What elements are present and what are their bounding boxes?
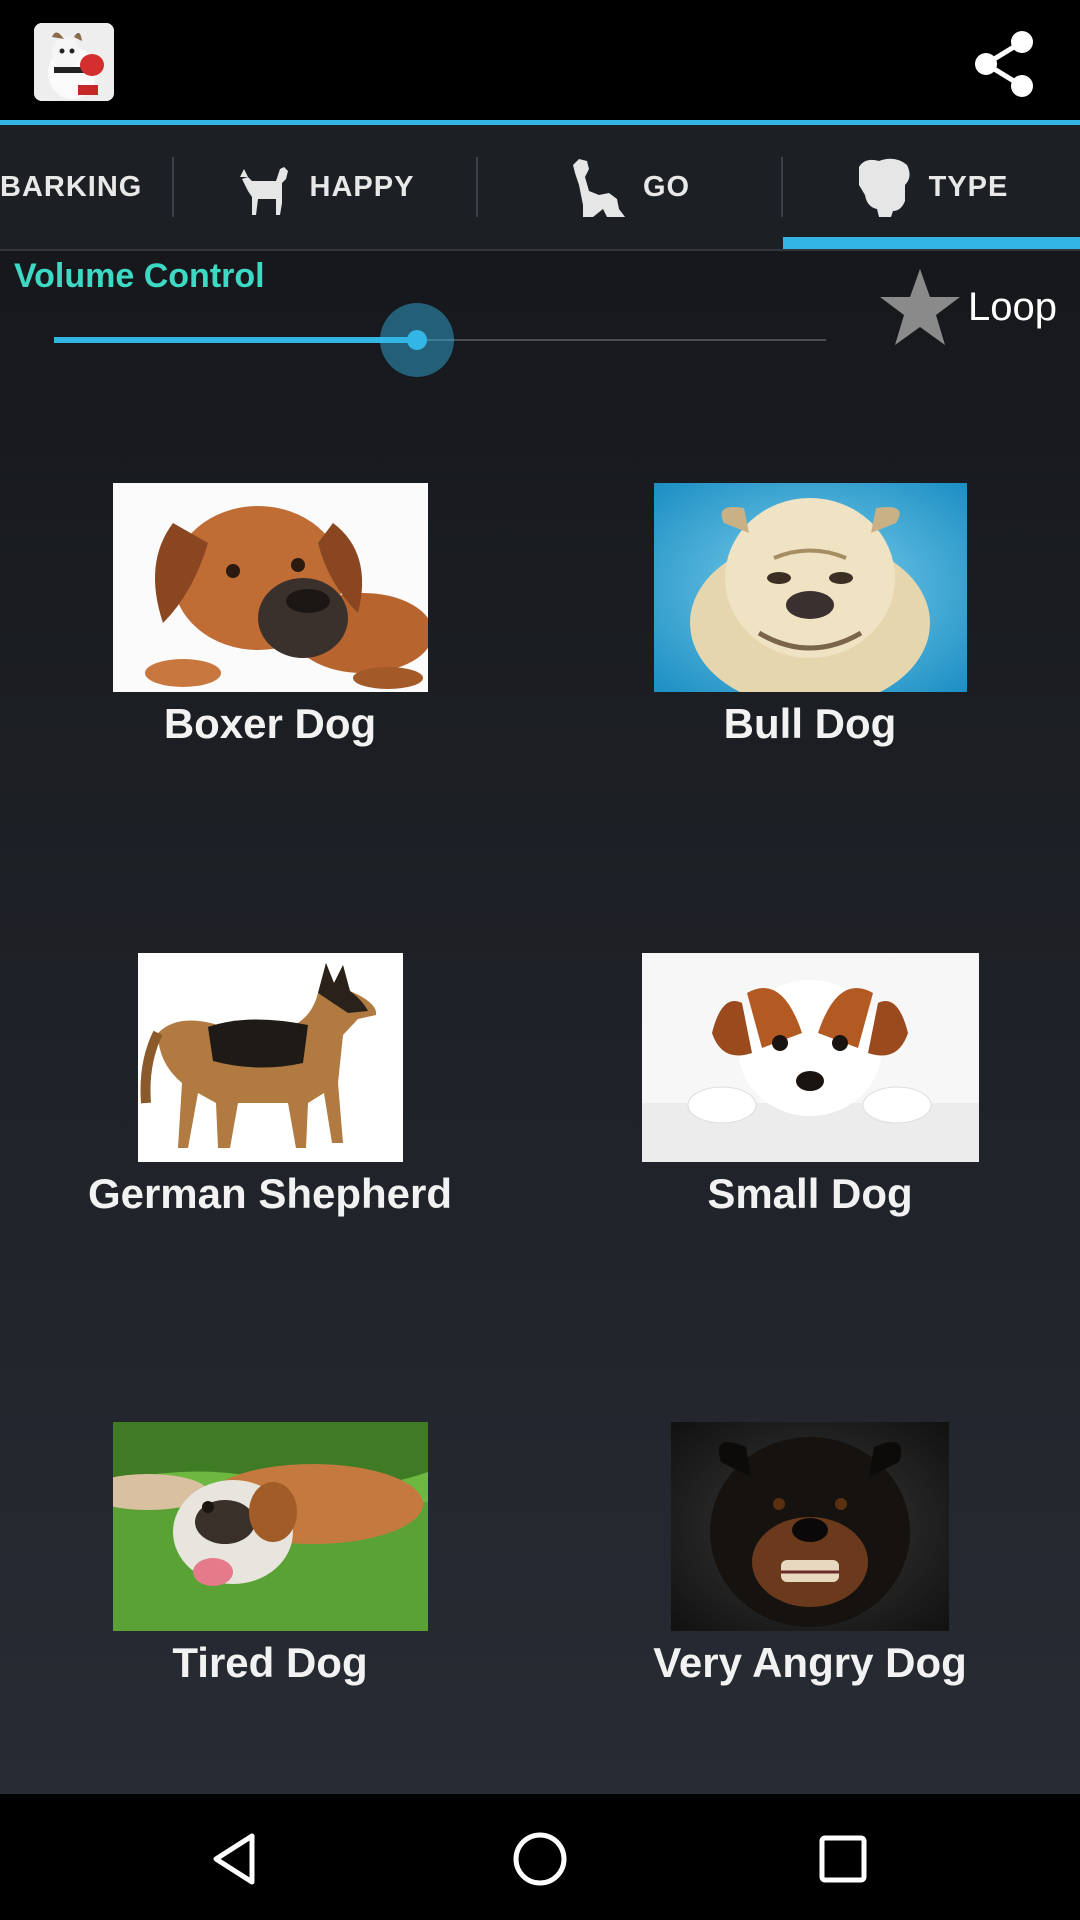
dog-sitting-icon bbox=[572, 159, 625, 217]
star-icon bbox=[880, 269, 960, 345]
dog-standing-icon bbox=[239, 167, 288, 215]
recents-icon bbox=[819, 1835, 867, 1883]
app-logo-icon[interactable] bbox=[34, 23, 114, 101]
dog-label: Very Angry Dog bbox=[653, 1639, 967, 1686]
tab-barking-label: BARKING bbox=[0, 170, 143, 203]
loop-toggle[interactable]: Loop bbox=[876, 267, 1057, 347]
tired-dog-photo bbox=[112, 1422, 428, 1631]
german-shepherd-photo bbox=[137, 953, 403, 1162]
home-icon bbox=[513, 1832, 567, 1886]
dog-sound-button-small[interactable]: Small Dog bbox=[540, 953, 1080, 1218]
dog-label: Small Dog bbox=[707, 1170, 913, 1217]
small-dog-photo bbox=[641, 953, 979, 1162]
boxer-dog-photo bbox=[112, 483, 428, 692]
back-icon bbox=[213, 1833, 255, 1885]
slider-thumb[interactable] bbox=[380, 303, 454, 377]
action-bar bbox=[0, 0, 1080, 122]
share-icon bbox=[975, 31, 1033, 97]
sound-panel: Volume Control Loop Boxer Dog Bull Dog G… bbox=[0, 251, 1080, 1794]
dog-sound-button-very-angry[interactable]: Very Angry Dog bbox=[540, 1422, 1080, 1687]
back-button[interactable] bbox=[202, 1824, 272, 1894]
tab-barking[interactable]: BARKING bbox=[0, 125, 172, 249]
bull-dog-photo bbox=[653, 483, 967, 692]
dog-head-icon bbox=[858, 158, 910, 217]
home-button[interactable] bbox=[505, 1824, 575, 1894]
share-button[interactable] bbox=[970, 28, 1040, 98]
volume-control-title: Volume Control bbox=[14, 257, 265, 295]
loop-label: Loop bbox=[968, 284, 1057, 329]
very-angry-dog-photo bbox=[671, 1422, 949, 1631]
slider-fill bbox=[54, 337, 417, 343]
dog-label: Tired Dog bbox=[172, 1639, 368, 1686]
system-nav-bar bbox=[0, 1794, 1080, 1920]
tab-bar: BARKING HAPPY GO TYPE bbox=[0, 125, 1080, 251]
dog-label: Bull Dog bbox=[723, 700, 897, 747]
tab-go-label: GO bbox=[642, 170, 691, 203]
tab-go[interactable]: GO bbox=[478, 125, 781, 249]
dog-label: Boxer Dog bbox=[163, 700, 377, 747]
dog-sound-button-boxer[interactable]: Boxer Dog bbox=[0, 483, 540, 748]
active-tab-indicator bbox=[783, 237, 1080, 249]
volume-slider[interactable] bbox=[54, 303, 826, 377]
tab-happy[interactable]: HAPPY bbox=[174, 125, 476, 249]
dog-sound-button-bull[interactable]: Bull Dog bbox=[540, 483, 1080, 748]
dog-label: German Shepherd bbox=[87, 1170, 453, 1217]
tab-happy-label: HAPPY bbox=[309, 170, 415, 203]
tab-type-label: TYPE bbox=[928, 170, 1009, 203]
dog-sound-button-german-shepherd[interactable]: German Shepherd bbox=[0, 953, 540, 1218]
tab-type[interactable]: TYPE bbox=[783, 125, 1080, 249]
recents-button[interactable] bbox=[808, 1824, 878, 1894]
dog-sound-button-tired[interactable]: Tired Dog bbox=[0, 1422, 540, 1687]
